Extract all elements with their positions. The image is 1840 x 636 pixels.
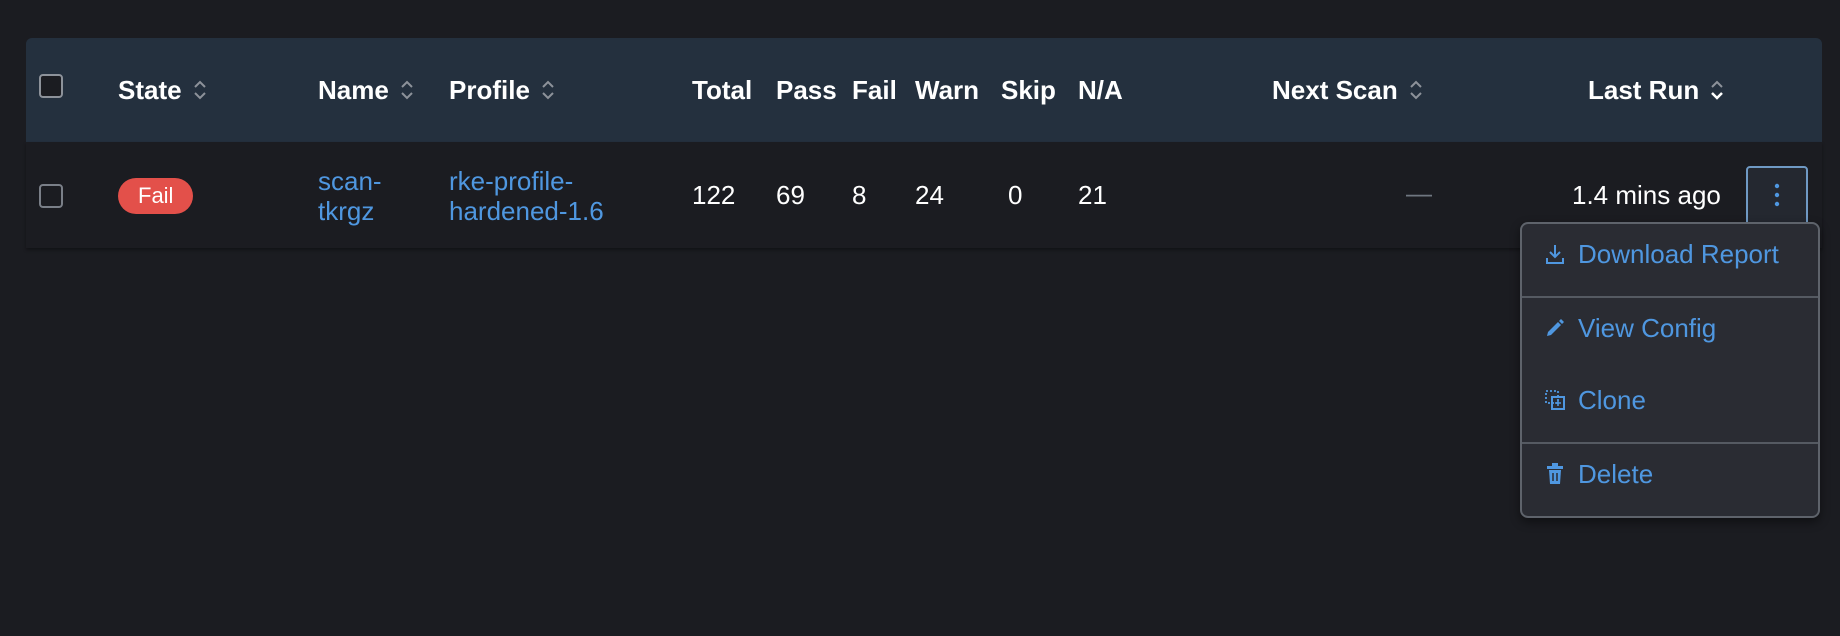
- column-header-total: Total: [692, 74, 753, 105]
- clone-icon: [1544, 389, 1566, 411]
- scans-table: State Name Profile Total Pass Fail Warn …: [26, 38, 1822, 248]
- skip-value: 0: [1008, 180, 1023, 210]
- menu-item-label: Download Report: [1578, 238, 1779, 269]
- menu-item-label: View Config: [1578, 312, 1717, 343]
- menu-item-label: Delete: [1578, 458, 1654, 489]
- scan-name-link[interactable]: scan- tkrgz: [318, 166, 382, 226]
- menu-item-label: Clone: [1578, 384, 1646, 415]
- column-header-pass: Pass: [776, 74, 837, 105]
- column-header-na: N/A: [1078, 74, 1123, 105]
- na-value: 21: [1078, 180, 1107, 210]
- column-header-next-scan[interactable]: Next Scan: [1272, 38, 1424, 142]
- next-scan-value: —: [1406, 178, 1432, 208]
- profile-link[interactable]: rke-profile- hardened-1.6: [449, 166, 604, 226]
- column-header-profile[interactable]: Profile: [449, 38, 556, 142]
- sort-icon: [1408, 77, 1424, 103]
- kebab-menu-icon: [1774, 183, 1780, 212]
- column-header-next-scan-label: Next Scan: [1272, 74, 1398, 105]
- fail-value: 8: [852, 180, 867, 210]
- row-checkbox[interactable]: [39, 184, 63, 208]
- row-actions-button[interactable]: [1746, 166, 1808, 228]
- pencil-icon: [1544, 317, 1566, 339]
- column-header-skip: Skip: [1001, 74, 1056, 105]
- table-header: State Name Profile Total Pass Fail Warn …: [26, 38, 1822, 142]
- column-header-name-label: Name: [318, 74, 389, 105]
- column-header-last-run[interactable]: Last Run: [1588, 38, 1725, 142]
- trash-icon: [1544, 463, 1566, 485]
- total-value: 122: [692, 180, 736, 210]
- warn-value: 24: [915, 180, 944, 210]
- column-header-fail: Fail: [852, 74, 897, 105]
- column-header-state-label: State: [118, 74, 182, 105]
- sort-desc-icon: [1709, 77, 1725, 103]
- menu-item-clone[interactable]: Clone: [1522, 370, 1818, 430]
- column-header-state[interactable]: State: [118, 38, 208, 142]
- column-header-profile-label: Profile: [449, 74, 530, 105]
- column-header-name[interactable]: Name: [318, 38, 415, 142]
- row-actions-menu: Download Report View Config Clone Delete: [1520, 222, 1820, 518]
- pass-value: 69: [776, 180, 805, 210]
- select-all-checkbox[interactable]: [39, 74, 63, 98]
- column-header-last-run-label: Last Run: [1588, 74, 1700, 105]
- download-icon: [1544, 243, 1566, 265]
- status-badge: Fail: [118, 178, 194, 214]
- last-run-value: 1.4 mins ago: [1572, 180, 1721, 210]
- menu-item-view-config[interactable]: View Config: [1522, 298, 1818, 358]
- column-header-warn: Warn: [915, 74, 980, 105]
- sort-icon: [192, 77, 208, 103]
- sort-icon: [399, 77, 415, 103]
- menu-item-delete[interactable]: Delete: [1522, 444, 1818, 504]
- menu-item-download-report[interactable]: Download Report: [1522, 224, 1818, 284]
- sort-icon: [540, 77, 556, 103]
